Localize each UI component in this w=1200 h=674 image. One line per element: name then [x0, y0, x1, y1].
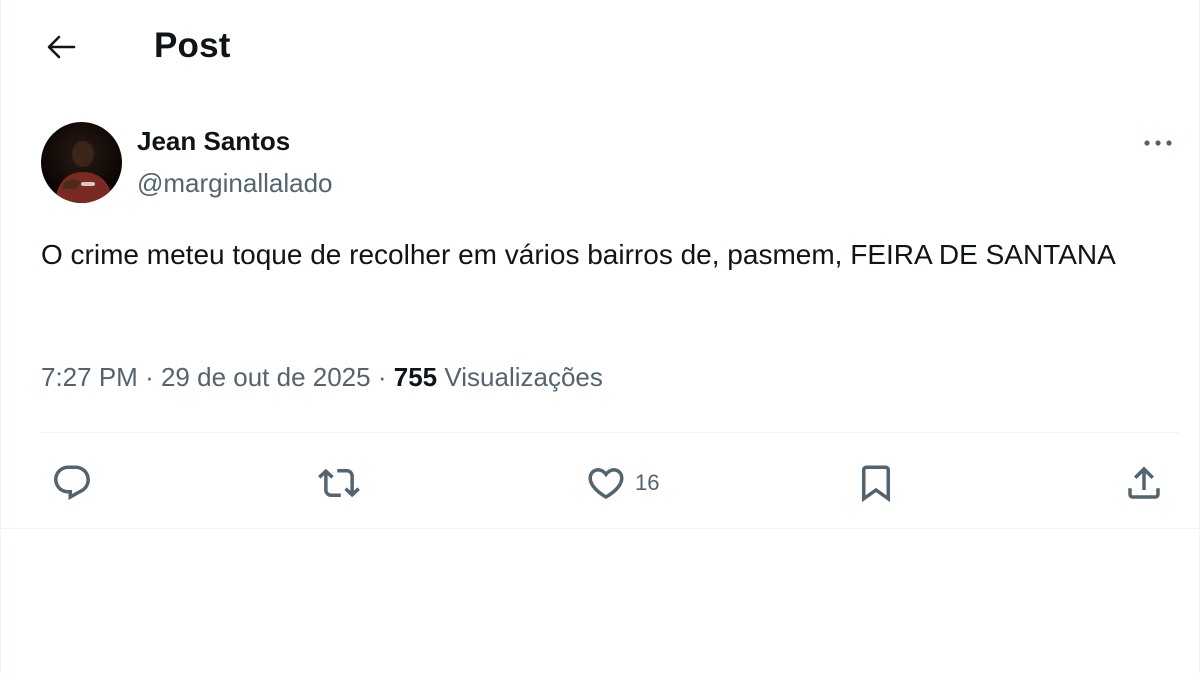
profile-photo	[41, 122, 122, 203]
reply-icon	[54, 465, 90, 500]
post-text: O crime meteu toque de recolher em vário…	[41, 239, 1116, 270]
back-button[interactable]	[39, 28, 83, 66]
post-page: Post Jean Santos @marginallalado O crime…	[0, 0, 1200, 674]
page-title: Post	[154, 26, 231, 65]
post-meta: 7:27 PM · 29 de out de 2025 · 755 Visual…	[41, 362, 603, 393]
repost-icon	[318, 468, 360, 498]
repost-button[interactable]	[318, 455, 360, 511]
post-date[interactable]: 29 de out de 2025	[161, 362, 371, 392]
share-button[interactable]	[1123, 455, 1165, 511]
page-header: Post	[1, 0, 1199, 92]
divider	[1, 528, 1199, 529]
like-button[interactable]: 16	[585, 455, 659, 511]
more-options-button[interactable]	[1136, 128, 1180, 158]
bookmark-icon	[862, 465, 890, 503]
views-label: Visualizações	[444, 362, 603, 392]
divider	[41, 432, 1179, 433]
reply-button[interactable]	[51, 455, 93, 511]
action-bar: 16	[1, 455, 1199, 511]
avatar[interactable]	[41, 122, 122, 203]
arrow-left-icon	[47, 35, 76, 59]
author-name[interactable]: Jean Santos	[137, 126, 290, 157]
bookmark-button[interactable]	[855, 455, 897, 511]
like-count: 16	[635, 470, 660, 495]
meta-separator: ·	[377, 362, 387, 392]
heart-icon	[588, 468, 624, 500]
more-icon	[1144, 140, 1172, 146]
views-count: 755	[393, 362, 438, 392]
post-time[interactable]: 7:27 PM	[41, 362, 138, 392]
share-icon	[1128, 466, 1160, 499]
author-handle[interactable]: @marginallalado	[137, 168, 333, 199]
meta-separator: ·	[145, 362, 154, 392]
